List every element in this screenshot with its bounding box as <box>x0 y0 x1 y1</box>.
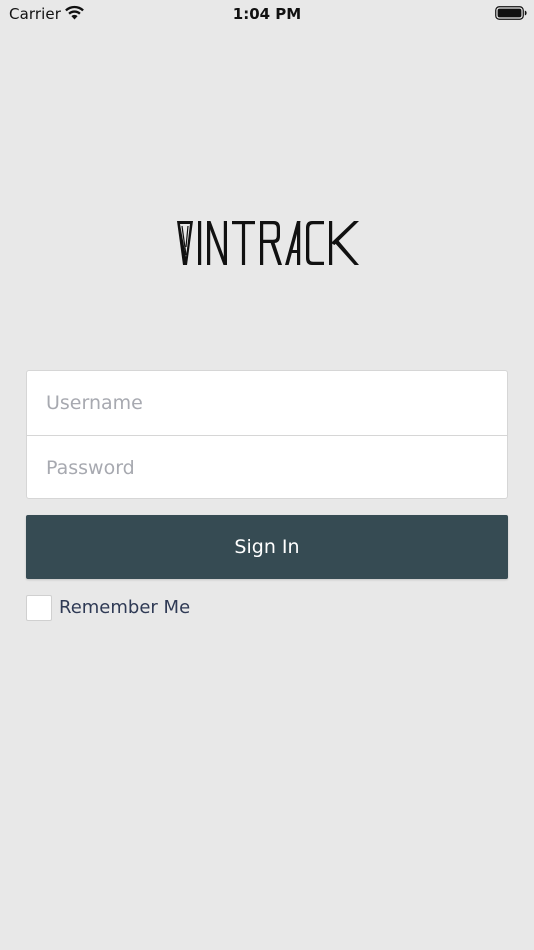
password-field[interactable] <box>27 436 507 500</box>
login-fields <box>26 370 508 500</box>
remember-me-label[interactable]: Remember Me <box>59 597 190 618</box>
status-bar: Carrier 1:04 PM <box>0 0 534 28</box>
status-time: 1:04 PM <box>232 5 302 23</box>
battery-icon <box>495 6 527 20</box>
username-field[interactable] <box>27 371 507 435</box>
vintrack-logo <box>177 221 359 265</box>
remember-me-row[interactable]: Remember Me <box>26 595 326 621</box>
remember-me-checkbox[interactable] <box>26 595 52 621</box>
sign-in-button[interactable]: Sign In <box>26 515 508 579</box>
